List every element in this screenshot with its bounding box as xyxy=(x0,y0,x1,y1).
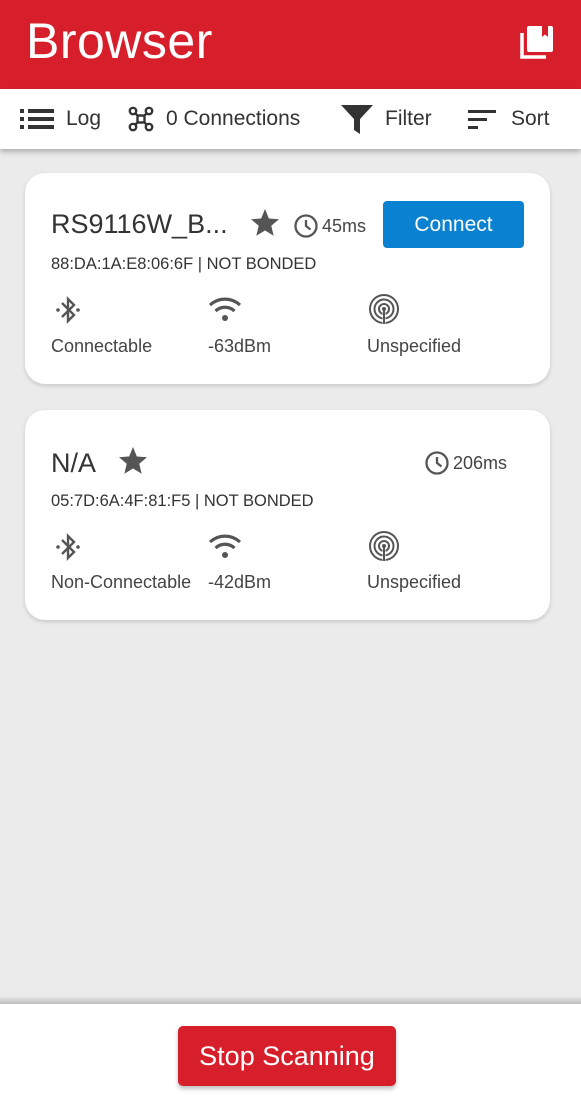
beacon-type: Unspecified xyxy=(367,572,462,592)
rssi-value: -63dBm xyxy=(208,336,272,356)
signal-icon xyxy=(208,534,242,558)
log-label: Log xyxy=(66,107,102,130)
bookmarks-icon[interactable] xyxy=(519,24,555,60)
filter-icon xyxy=(341,105,373,134)
device-address: 88:DA:1A:E8:06:6F | NOT BONDED xyxy=(51,255,317,273)
device-name: N/A xyxy=(51,448,97,478)
interval-value: 206ms xyxy=(453,452,508,473)
connections-button[interactable]: 0 Connections xyxy=(128,89,300,149)
star-icon[interactable] xyxy=(117,445,149,477)
connect-button[interactable]: Connect xyxy=(383,201,524,248)
connections-icon xyxy=(128,106,154,132)
connectable-status: Connectable xyxy=(51,336,153,356)
sort-icon xyxy=(468,110,496,129)
sort-label: Sort xyxy=(511,107,550,130)
advertising-interval: 45ms xyxy=(293,213,366,239)
beacon-icon xyxy=(369,294,399,325)
device-card[interactable]: N/A 206ms 05:7D:6A:4F:81:F5 | NOT BONDED… xyxy=(25,410,550,620)
list-icon xyxy=(20,109,54,129)
rssi-value: -42dBm xyxy=(208,572,272,592)
stop-scanning-button[interactable]: Stop Scanning xyxy=(178,1026,396,1086)
bluetooth-icon xyxy=(56,296,80,324)
signal-icon xyxy=(208,297,242,321)
filter-label: Filter xyxy=(385,107,432,130)
clock-icon xyxy=(294,214,318,238)
footer-divider xyxy=(0,996,581,1004)
advertising-interval: 206ms xyxy=(424,450,507,476)
beacon-icon xyxy=(369,531,399,562)
star-icon[interactable] xyxy=(249,207,281,239)
log-button[interactable]: Log xyxy=(20,89,101,149)
clock-icon xyxy=(425,451,449,475)
toolbar: Log 0 Connections Filter Sort xyxy=(0,89,581,149)
filter-button[interactable]: Filter xyxy=(341,89,432,149)
connections-label: 0 Connections xyxy=(166,107,301,130)
page-title: Browser xyxy=(26,13,213,69)
device-name: RS9116W_B... xyxy=(51,209,228,239)
bluetooth-icon xyxy=(56,533,80,561)
device-address: 05:7D:6A:4F:81:F5 | NOT BONDED xyxy=(51,492,314,510)
footer: Stop Scanning xyxy=(0,1004,581,1108)
app-bar: Browser xyxy=(0,0,581,89)
device-list: RS9116W_B... 45ms Connect 88:DA:1A:E8:06… xyxy=(0,149,581,1002)
connectable-status: Non-Connectable xyxy=(51,572,192,592)
sort-button[interactable]: Sort xyxy=(468,89,550,149)
interval-value: 45ms xyxy=(322,215,367,236)
beacon-type: Unspecified xyxy=(367,336,462,356)
device-card[interactable]: RS9116W_B... 45ms Connect 88:DA:1A:E8:06… xyxy=(25,173,550,384)
